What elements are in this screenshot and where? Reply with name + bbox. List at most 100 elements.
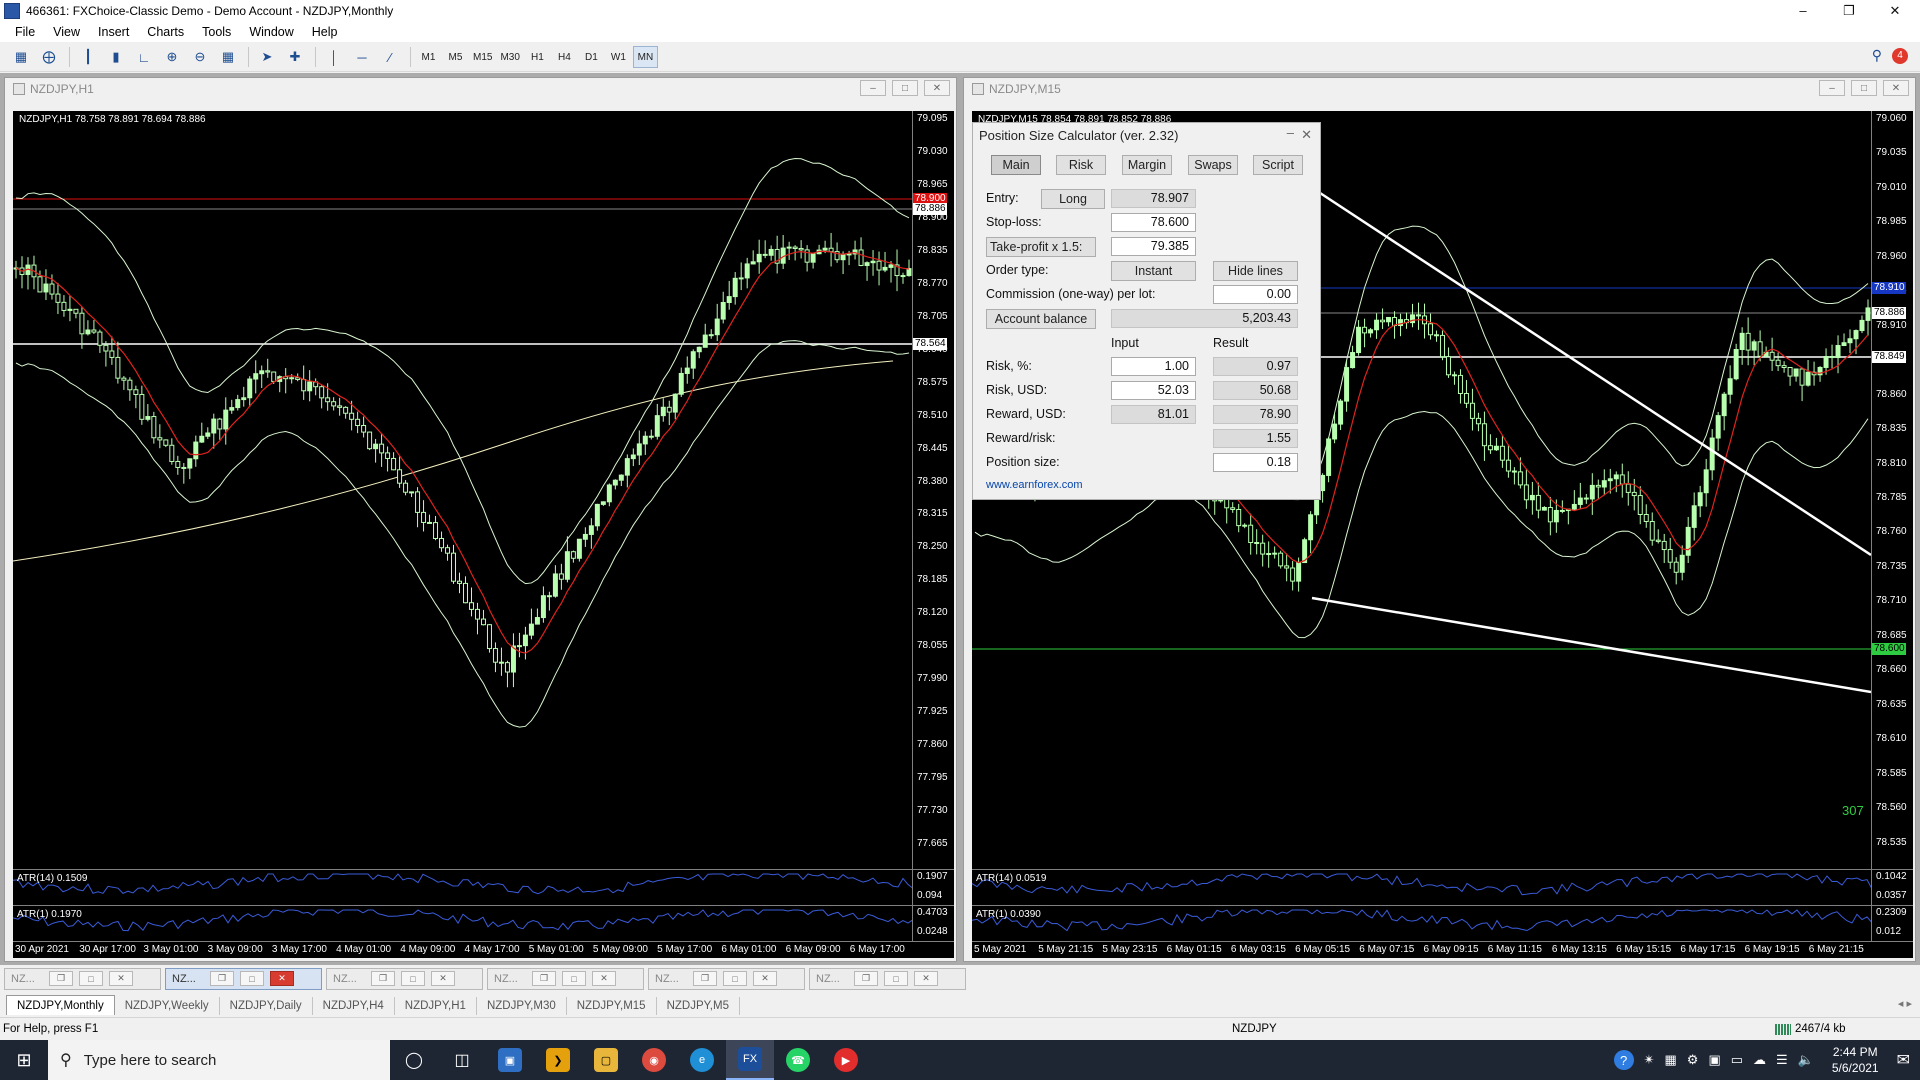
tab-nzdjpy-m15[interactable]: NZDJPY,M15 [567,997,657,1015]
maximize-icon[interactable]: □ [401,971,425,986]
account-balance-field[interactable]: 5,203.43 [1111,309,1298,328]
plex-icon[interactable]: ❯ [534,1040,582,1080]
tab-nzdjpy-m30[interactable]: NZDJPY,M30 [477,997,567,1015]
edge-icon[interactable]: e [678,1040,726,1080]
tf-m30[interactable]: M30 [497,46,522,68]
trendline-icon[interactable]: ∕ [377,46,403,68]
risk-usd-input[interactable]: 52.03 [1111,381,1196,400]
mdi-window-button[interactable]: NZ... ❐ □ ✕ [165,967,322,990]
restore-icon[interactable]: ❐ [854,971,878,986]
psc-tab-main[interactable]: Main [991,155,1041,175]
psc-tab-script[interactable]: Script [1253,155,1303,175]
mdi-window-button[interactable]: NZ... ❐ □ ✕ [648,967,805,990]
tf-h4[interactable]: H4 [552,46,577,68]
menu-window[interactable]: Window [240,25,302,39]
zoom-in-icon[interactable]: ⊕ [159,46,185,68]
menu-help[interactable]: Help [303,25,347,39]
tab-nzdjpy-monthly[interactable]: NZDJPY,Monthly [6,995,115,1015]
position-size-calculator[interactable]: Position Size Calculator (ver. 2.32) – ✕… [972,122,1321,500]
cortana-icon[interactable]: ◯ [390,1040,438,1080]
task-view-icon[interactable]: ◫ [438,1040,486,1080]
bar-chart-icon[interactable]: ┃ [75,46,101,68]
close-icon[interactable]: ✕ [592,971,616,986]
psc-tab-risk[interactable]: Risk [1056,155,1106,175]
volume-icon[interactable]: 🔈 [1798,1052,1814,1068]
network-share-icon[interactable]: ▦ [1664,1052,1676,1068]
tab-nzdjpy-weekly[interactable]: NZDJPY,Weekly [115,997,220,1015]
maximize-icon[interactable]: □ [1851,80,1877,96]
file-explorer-icon[interactable]: ▢ [582,1040,630,1080]
account-balance-button[interactable]: Account balance [986,309,1096,329]
close-icon[interactable]: ✕ [270,971,294,986]
maximize-icon[interactable]: □ [892,80,918,96]
restore-button[interactable]: ❐ [1826,0,1872,21]
maximize-icon[interactable]: □ [562,971,586,986]
maximize-icon[interactable]: □ [884,971,908,986]
menu-charts[interactable]: Charts [138,25,193,39]
close-icon[interactable]: ✕ [109,971,133,986]
display-icon[interactable]: ▭ [1731,1052,1743,1068]
tf-m1[interactable]: M1 [416,46,441,68]
psc-minimize-icon[interactable]: – [1287,125,1294,140]
restore-icon[interactable]: ❐ [693,971,717,986]
mdi-window-button[interactable]: NZ... ❐ □ ✕ [809,967,966,990]
price-axis[interactable]: 79.06079.03579.01078.98578.96078.93578.9… [1871,111,1913,869]
tf-mn[interactable]: MN [632,46,658,68]
minimize-button[interactable]: – [1780,0,1826,21]
crosshair-profile-icon[interactable]: ⨁ [36,46,62,68]
crosshair-icon[interactable]: ✚ [282,46,308,68]
close-button[interactable]: ✕ [1872,0,1918,21]
restore-icon[interactable]: ❐ [210,971,234,986]
time-axis[interactable]: 30 Apr 2021 30 Apr 17:00 3 May 01:00 3 May … [13,941,954,958]
psc-tab-margin[interactable]: Margin [1122,155,1172,175]
tab-nzdjpy-h4[interactable]: NZDJPY,H4 [313,997,395,1015]
menu-view[interactable]: View [44,25,89,39]
vertical-line-icon[interactable]: │ [321,46,347,68]
minimize-icon[interactable]: – [1819,80,1845,96]
mdi-window-button[interactable]: NZ... ❐ □ ✕ [487,967,644,990]
restore-icon[interactable]: ❐ [532,971,556,986]
bluetooth-icon[interactable]: ✴ [1644,1052,1655,1068]
chrome-icon[interactable]: ◉ [630,1040,678,1080]
notifications-icon[interactable]: ✉ [1897,1050,1910,1070]
zoom-out-icon[interactable]: ⊖ [187,46,213,68]
tile-windows-icon[interactable]: ▦ [215,46,241,68]
tab-nzdjpy-m5[interactable]: NZDJPY,M5 [657,997,740,1015]
tf-m5[interactable]: M5 [443,46,468,68]
candlestick-icon[interactable]: ▮ [103,46,129,68]
commission-field[interactable]: 0.00 [1213,285,1298,304]
wifi-icon[interactable]: ☰ [1776,1052,1788,1068]
atr14-panel[interactable]: ATR(14) 0.0519 [972,869,1871,905]
windows-start-icon[interactable]: ⊞ [0,1040,48,1080]
remote-desktop-icon[interactable]: ▣ [486,1040,534,1080]
minimize-icon[interactable]: – [860,80,886,96]
cursor-icon[interactable]: ➤ [254,46,280,68]
cloud-icon[interactable]: ☁ [1753,1052,1766,1068]
earnforex-link[interactable]: www.earnforex.com [986,479,1083,491]
psc-tab-swaps[interactable]: Swaps [1188,155,1238,175]
stoploss-field[interactable]: 78.600 [1111,213,1196,232]
fxchoice-icon[interactable]: FX [726,1040,774,1080]
tf-h1[interactable]: H1 [525,46,550,68]
tab-scroll-arrows[interactable]: ◂ ▸ [1898,997,1912,1010]
system-clock[interactable]: 2:44 PM 5/6/2021 [1832,1044,1879,1076]
maximize-icon[interactable]: □ [240,971,264,986]
direction-button[interactable]: Long [1041,189,1105,209]
close-icon[interactable]: ✕ [431,971,455,986]
restore-icon[interactable]: ❐ [371,971,395,986]
alerts-badge[interactable]: 4 [1892,47,1908,64]
takeprofit-field[interactable]: 79.385 [1111,237,1196,256]
new-chart-icon[interactable]: ▦ [8,46,34,68]
tf-w1[interactable]: W1 [606,46,631,68]
time-axis[interactable]: 5 May 2021 5 May 21:15 5 May 23:15 6 May 01… [972,941,1913,958]
horizontal-line-icon[interactable]: ─ [349,46,375,68]
price-chart-h1[interactable]: NZDJPY,H1 78.758 78.891 78.694 78.886 [13,111,912,869]
tab-nzdjpy-daily[interactable]: NZDJPY,Daily [220,997,313,1015]
media-player-icon[interactable]: ▶ [822,1040,870,1080]
atr14-panel[interactable]: ATR(14) 0.1509 [13,869,912,905]
menu-insert[interactable]: Insert [89,25,138,39]
menu-file[interactable]: File [6,25,44,39]
mdi-window-button[interactable]: NZ... ❐ □ ✕ [326,967,483,990]
maximize-icon[interactable]: □ [79,971,103,986]
close-icon[interactable]: ✕ [753,971,777,986]
